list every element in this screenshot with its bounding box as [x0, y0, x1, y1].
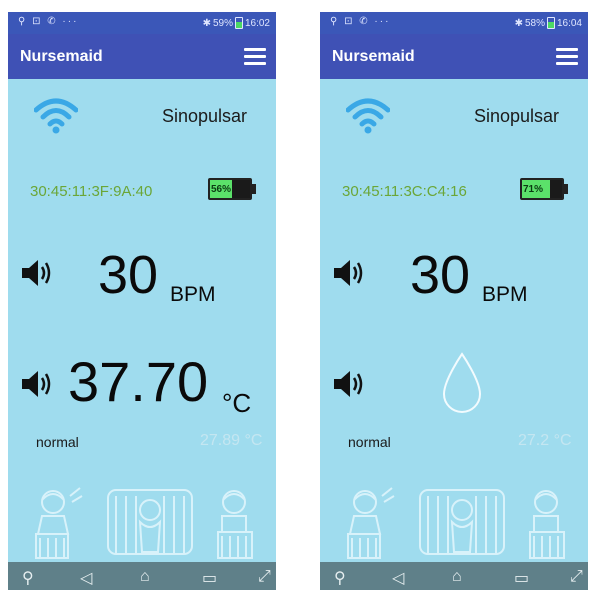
back-icon[interactable]: ◁ — [80, 568, 92, 588]
speaker-icon[interactable] — [20, 258, 54, 288]
ambient-temperature: 27.89 °C — [200, 432, 263, 449]
status-bar: ⚲ ⊡ ✆ ··· ✱ 59% 16:02 — [8, 12, 276, 34]
baby-illustration — [347, 487, 565, 559]
bluetooth-icon: ✱ — [202, 17, 211, 29]
recents-icon[interactable]: ▭ — [514, 568, 529, 588]
battery-tip — [564, 184, 568, 194]
app-bar: Nursemaid — [8, 34, 276, 79]
hamburger-menu-icon[interactable] — [556, 48, 578, 65]
status-icons: ⚲ ⊡ ✆ ··· — [18, 16, 79, 27]
water-drop-icon — [442, 352, 482, 413]
app-title: Nursemaid — [332, 48, 415, 65]
home-icon[interactable]: ⌂ — [452, 568, 462, 586]
status-right: ✱ 59% 16:02 — [203, 17, 270, 29]
device-battery-icon: 56% — [208, 178, 252, 200]
device-name: Sinopulsar — [474, 106, 560, 126]
temperature-unit: °C — [222, 388, 252, 418]
heart-rate-value: 30 — [98, 245, 159, 305]
status-label: normal — [36, 434, 79, 450]
pin-icon[interactable]: ⚲ — [334, 568, 346, 588]
phone-screen-right: ⚲ ⊡ ✆ ··· ✱ 58% 16:04 Nursemaid Sinopuls… — [320, 12, 588, 590]
speaker-icon[interactable] — [20, 369, 54, 399]
baby-illustration — [35, 487, 253, 559]
battery-label: 71% — [523, 184, 544, 195]
device-name: Sinopulsar — [162, 106, 248, 126]
speaker-icon[interactable] — [332, 258, 366, 288]
hamburger-menu-icon[interactable] — [244, 48, 266, 65]
status-right: ✱ 58% 16:04 — [515, 17, 582, 29]
status-label: normal — [348, 434, 391, 450]
temperature-value: 37.70 — [68, 350, 209, 413]
status-icons: ⚲ ⊡ ✆ ··· — [330, 16, 391, 27]
phone-screen-left: ⚲ ⊡ ✆ ··· ✱ 59% 16:02 Nursemaid Sinopuls… — [8, 12, 276, 590]
pin-icon[interactable]: ⚲ — [22, 568, 34, 588]
ambient-temperature: 27.2 °C — [518, 432, 572, 449]
home-icon[interactable]: ⌂ — [140, 568, 150, 586]
clock: 16:02 — [244, 17, 270, 29]
battery-tip — [252, 184, 256, 194]
status-bar: ⚲ ⊡ ✆ ··· ✱ 58% 16:04 — [320, 12, 588, 34]
clock: 16:04 — [556, 17, 582, 29]
battery-label: 56% — [211, 184, 232, 195]
expand-icon[interactable]: ⤢ — [258, 568, 271, 586]
back-icon[interactable]: ◁ — [392, 568, 404, 588]
battery-mini-icon — [234, 17, 243, 29]
recents-icon[interactable]: ▭ — [202, 568, 217, 588]
battery-mini-icon — [546, 17, 555, 29]
wifi-icon[interactable] — [34, 98, 78, 134]
battery-percent: 58% — [524, 17, 545, 29]
heart-rate-value: 30 — [410, 245, 471, 305]
mac-address: 30:45:11:3F:9A:40 — [30, 183, 153, 200]
heart-rate-unit: BPM — [170, 283, 216, 306]
bluetooth-icon: ✱ — [514, 17, 523, 29]
nav-bar: ⚲ ◁ ⌂ ▭ ⤢ — [320, 562, 588, 590]
speaker-icon[interactable] — [332, 369, 366, 399]
battery-percent: 59% — [212, 17, 233, 29]
expand-icon[interactable]: ⤢ — [570, 568, 583, 586]
heart-rate-unit: BPM — [482, 283, 528, 306]
wifi-icon[interactable] — [346, 98, 390, 134]
app-bar: Nursemaid — [320, 34, 588, 79]
device-battery-icon: 71% — [520, 178, 564, 200]
app-title: Nursemaid — [20, 48, 103, 65]
mac-address: 30:45:11:3C:C4:16 — [342, 183, 467, 200]
nav-bar: ⚲ ◁ ⌂ ▭ ⤢ — [8, 562, 276, 590]
